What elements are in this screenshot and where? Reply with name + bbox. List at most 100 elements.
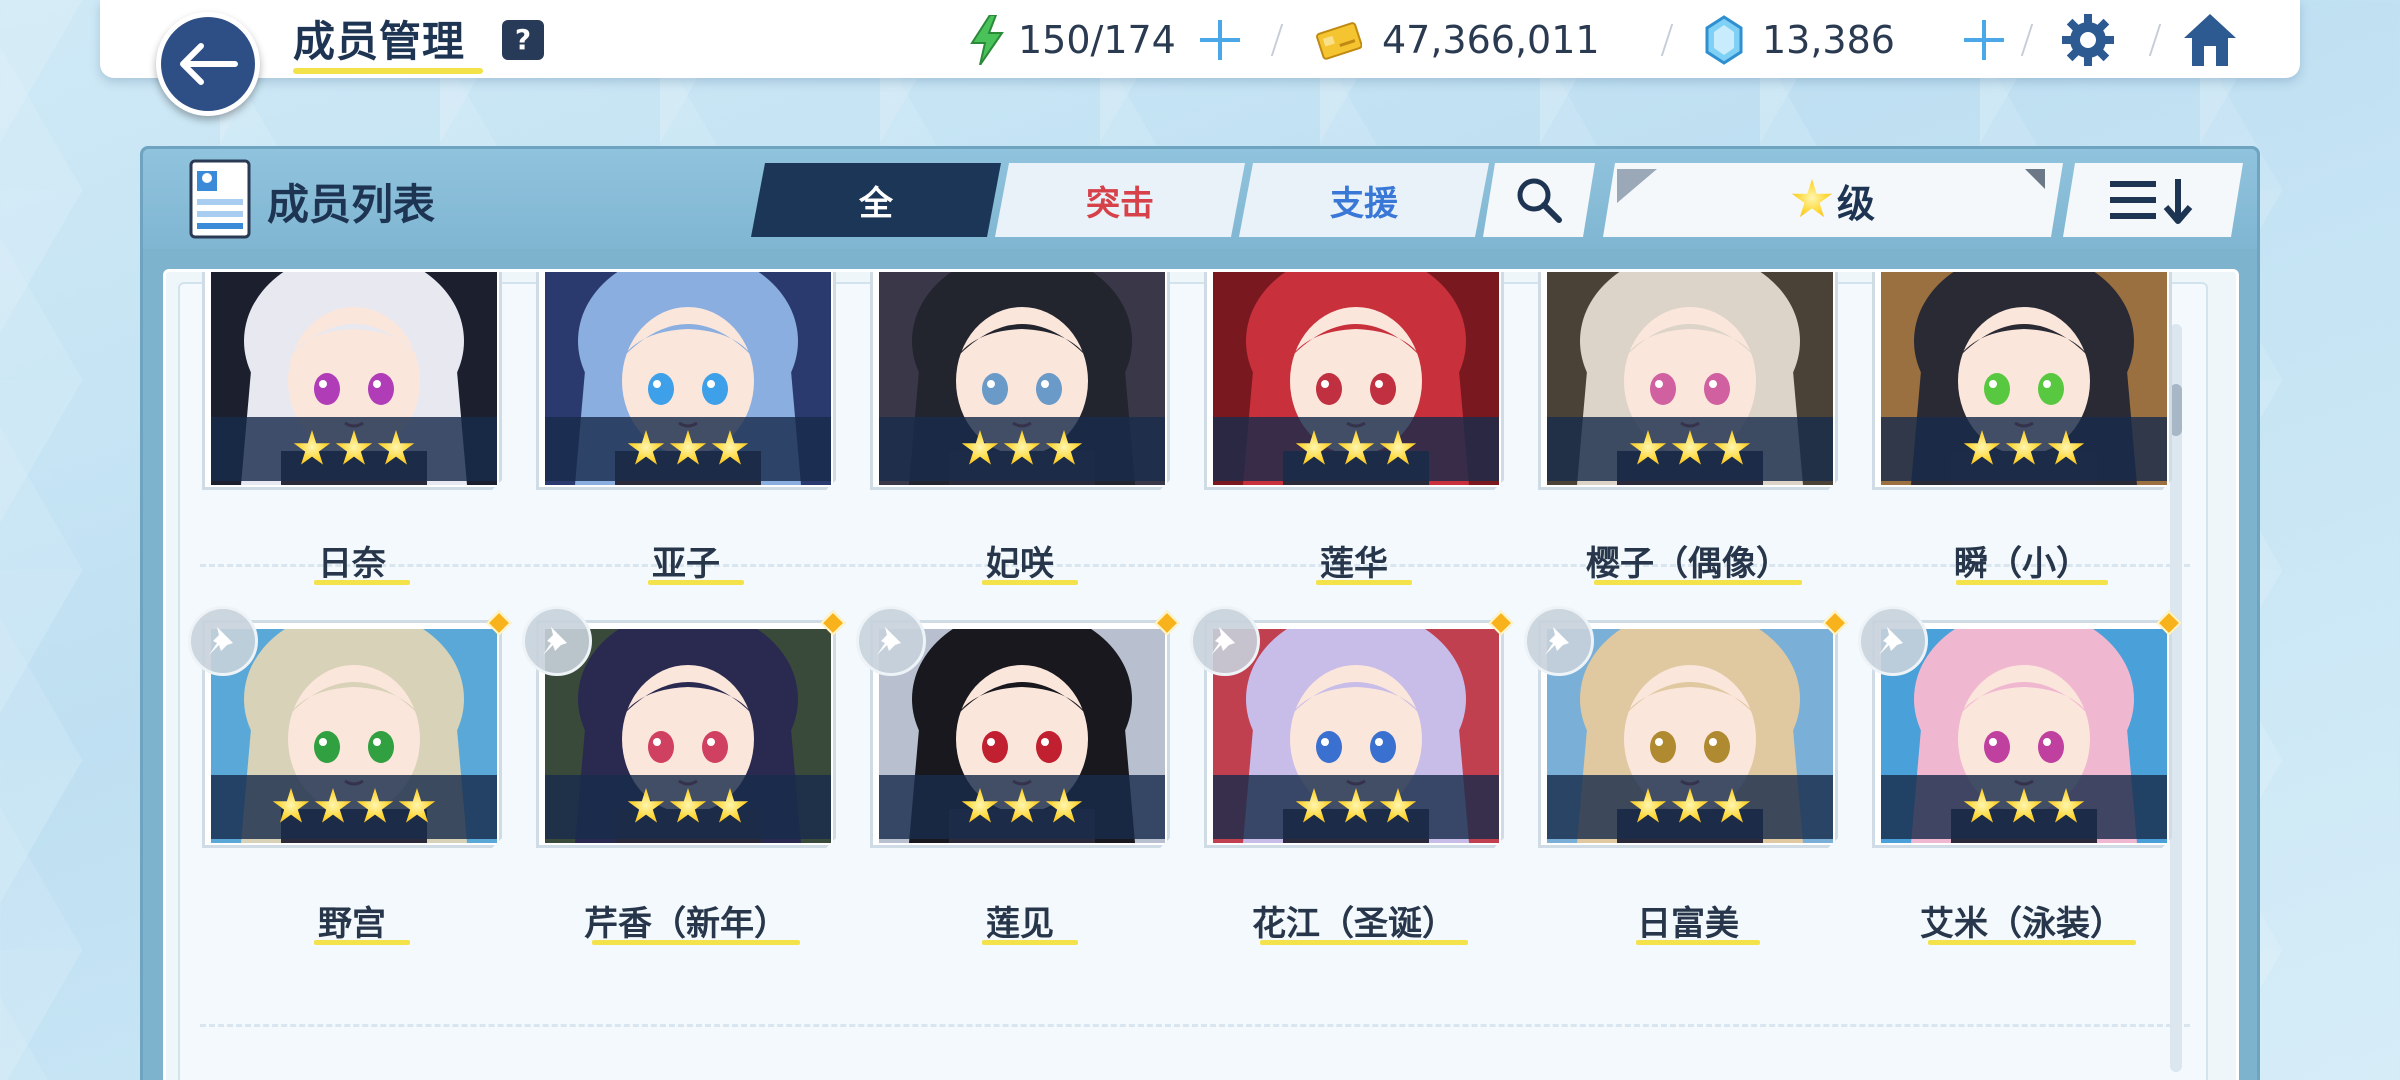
pin-icon[interactable] [522, 606, 592, 676]
star-icon [1379, 430, 1417, 468]
pin-icon[interactable] [1858, 606, 1928, 676]
student-grid: 日奈 亚子 妃咲 莲华 樱子（偶像） 瞬（小） 野宫 芹香（新年） 莲见 花江（圣诞） 日富美 艾米（… [163, 269, 2239, 1080]
name-underline [592, 940, 800, 945]
add-ap-icon[interactable] [1196, 16, 1244, 64]
list-title: 成员列表 [267, 180, 436, 229]
star-icon [1713, 430, 1751, 468]
star-icon [272, 788, 310, 826]
row-divider [200, 1024, 2190, 1027]
sort-descending-icon [2108, 175, 2198, 225]
divider [1270, 24, 1284, 56]
student-portrait-frame [536, 269, 836, 490]
star-rating [1881, 775, 2167, 839]
divider [2020, 24, 2034, 56]
filter-label: 级 [1836, 181, 1875, 226]
star-rating [1547, 775, 1833, 839]
credits-value: 47,366,011 [1382, 18, 1600, 62]
star-icon [398, 788, 436, 826]
star-icon [293, 430, 331, 468]
search-icon [1513, 174, 1565, 226]
gems-display: 13,386 [1704, 12, 1895, 68]
gear-icon[interactable] [2058, 10, 2118, 70]
pin-icon[interactable] [188, 606, 258, 676]
student-portrait-frame [870, 269, 1170, 490]
name-underline [982, 940, 1078, 945]
lightning-icon [970, 15, 1004, 65]
student-name: 妃咲 [986, 544, 1054, 584]
star-icon [1629, 430, 1667, 468]
star-icon [1337, 788, 1375, 826]
name-underline [1316, 580, 1412, 585]
star-icon [1295, 430, 1333, 468]
student-name: 莲见 [986, 904, 1054, 944]
star-icon [1003, 788, 1041, 826]
star-rating [1881, 417, 2167, 481]
page-title: 成员管理 [293, 17, 466, 66]
star-rating [545, 417, 831, 481]
star-rating [211, 417, 497, 481]
star-icon [1791, 179, 1833, 221]
star-icon [1045, 788, 1083, 826]
ap-value: 150/174 [1018, 18, 1176, 62]
star-icon [356, 788, 394, 826]
search-button[interactable] [1483, 163, 1595, 237]
star-icon [627, 788, 665, 826]
star-icon [1379, 788, 1417, 826]
tab-special[interactable]: 支援 [1239, 163, 1489, 237]
student-name: 樱子（偶像） [1586, 544, 1790, 584]
star-icon [961, 430, 999, 468]
pin-icon[interactable] [1524, 606, 1594, 676]
back-arrow-icon [180, 43, 238, 85]
credit-card-icon [1316, 22, 1362, 60]
star-icon [2047, 430, 2085, 468]
star-icon [711, 430, 749, 468]
name-underline [1636, 940, 1760, 945]
star-icon [2005, 788, 2043, 826]
star-icon [1963, 430, 2001, 468]
filter-sort-button[interactable]: 级 [1603, 163, 2063, 237]
name-underline [314, 940, 410, 945]
gems-value: 13,386 [1762, 18, 1895, 62]
student-name: 亚子 [652, 544, 720, 584]
student-name: 日富美 [1637, 904, 1739, 944]
student-portrait-frame [202, 269, 502, 490]
star-icon [961, 788, 999, 826]
gem-icon [1705, 15, 1743, 65]
sort-order-button[interactable] [2063, 163, 2243, 237]
star-icon [314, 788, 352, 826]
tab-all[interactable]: 全 [751, 163, 1001, 237]
name-underline [1260, 940, 1468, 945]
star-icon [1713, 788, 1751, 826]
credits-display: 47,366,011 [1316, 12, 1600, 68]
star-rating [879, 417, 1165, 481]
member-list-panel: 成员列表 全 突击 支援 级 日奈 亚子 妃咲 莲华 樱子（偶像） 瞬（小） 野… [140, 146, 2260, 1080]
star-icon [1671, 788, 1709, 826]
divider [2148, 24, 2162, 56]
member-list-icon [189, 159, 251, 239]
star-icon [1963, 788, 2001, 826]
name-underline [648, 580, 744, 585]
home-icon[interactable] [2180, 10, 2240, 70]
add-gems-icon[interactable] [1960, 16, 2008, 64]
student-name: 野宫 [318, 904, 386, 944]
tab-striker[interactable]: 突击 [995, 163, 1245, 237]
star-icon [2047, 788, 2085, 826]
help-button[interactable]: ? [502, 20, 544, 60]
star-icon [669, 430, 707, 468]
pin-icon[interactable] [1190, 606, 1260, 676]
star-icon [1003, 430, 1041, 468]
back-button[interactable] [156, 12, 260, 116]
name-underline [1594, 580, 1802, 585]
star-icon [335, 430, 373, 468]
student-grid-inner: 日奈 亚子 妃咲 莲华 樱子（偶像） 瞬（小） 野宫 芹香（新年） 莲见 花江（圣诞） 日富美 艾米（… [178, 282, 2208, 1080]
star-icon [1045, 430, 1083, 468]
star-rating [1213, 417, 1499, 481]
student-name: 莲华 [1320, 544, 1388, 584]
panel-header: 成员列表 全 突击 支援 级 [143, 149, 2257, 249]
dropdown-corner-icon [2025, 169, 2045, 189]
name-underline [982, 580, 1078, 585]
pin-icon[interactable] [856, 606, 926, 676]
star-icon [377, 430, 415, 468]
name-underline [1956, 580, 2108, 585]
star-icon [711, 788, 749, 826]
